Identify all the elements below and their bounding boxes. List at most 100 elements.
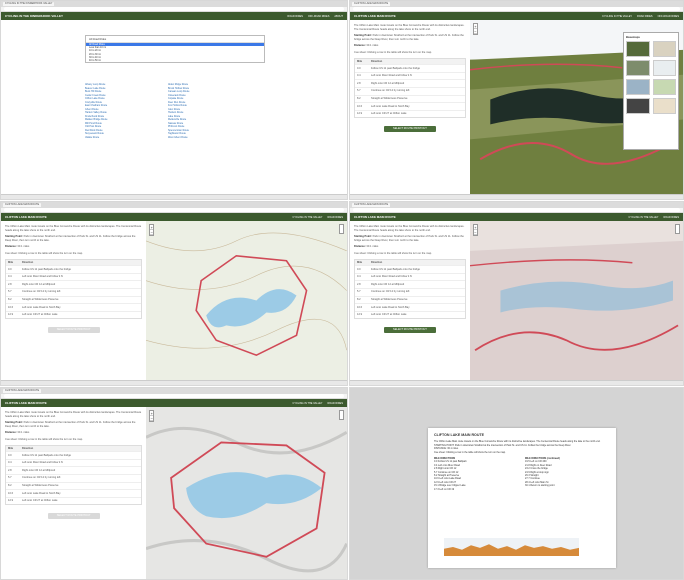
table-row[interactable]: 10.6 Left onto Lake Road to North Bay — [6, 303, 142, 311]
table-row[interactable]: 0.4 Left onto River Road and follow it N — [355, 71, 465, 80]
route-link[interactable]: West Ghent Route — [168, 136, 245, 140]
table-row[interactable]: 10.6 Left onto Lake Road to North Bay — [355, 303, 465, 311]
basemap-thumb[interactable] — [626, 98, 650, 114]
browser-tab[interactable]: CLIFTON LAKE MAIN ROUTE — [352, 2, 391, 6]
table-row[interactable]: 10.6 Left onto Lake Road to North Bay — [6, 489, 142, 497]
table-row[interactable]: 0.0 Follow US 11 past Ballpark onto the b… — [355, 64, 465, 72]
map-topo-view[interactable]: + − — [146, 221, 347, 385]
table-row[interactable]: 10.6 Left onto Lake Road to North Bay — [355, 102, 465, 110]
basemap-thumb[interactable] — [626, 60, 650, 76]
site-title[interactable]: CLIFTON LAKE MAIN ROUTE — [354, 215, 396, 219]
starting-point-text: Park in downtown Stratford at the inters… — [5, 421, 136, 428]
nav-link-road-rides[interactable]: ROAD RIDES — [663, 216, 679, 219]
nav-link-road-rides[interactable]: ROAD RIDES — [287, 15, 303, 18]
select-route-printout-button[interactable]: SELECT ROUTE PRINTOUT — [383, 326, 436, 333]
direction-cell: Left onto CR 27 at Clifton Lake — [371, 313, 407, 317]
nav-link-cycling[interactable]: CYCLING IN THE VALLEY — [629, 216, 659, 219]
table-row[interactable]: 12.9 Left onto CR 27 at Clifton Lake — [6, 310, 142, 318]
table-row[interactable]: 0.4 Left onto River Road and follow it N — [355, 272, 465, 281]
map-hillshade-view[interactable]: + − — [146, 407, 347, 579]
address-field[interactable] — [4, 208, 344, 212]
select-route-printout-button[interactable]: SELECT ROUTE PRINTOUT — [47, 512, 100, 519]
table-row[interactable]: 5.7 Continue on CR 12 by turning left — [355, 287, 465, 296]
layers-icon[interactable] — [339, 410, 344, 420]
table-row[interactable]: 12.9 Left onto CR 27 at Clifton Lake — [6, 496, 142, 504]
address-field[interactable] — [4, 7, 344, 11]
nav-link-road-rides[interactable]: ROAD RIDES — [327, 402, 343, 405]
select-route-printout-button[interactable]: SELECT ROUTE PRINTOUT — [383, 125, 436, 132]
nav-link-cycling[interactable]: CYCLING IN THE VALLEY — [293, 402, 323, 405]
mile-cell: 12.9 — [357, 112, 363, 116]
address-field[interactable] — [4, 394, 344, 398]
table-row[interactable]: 8.2 Straight at Wilderness Preserve — [6, 295, 142, 304]
zoom-out-icon[interactable]: − — [473, 29, 477, 34]
table-row[interactable]: 2.8 Right onto CR 12 at Millpond — [355, 79, 465, 87]
basemap-thumb[interactable] — [652, 98, 676, 114]
site-title[interactable]: CYCLING IN THE KINDERHOOK VALLEY — [5, 14, 63, 18]
zoom-out-icon[interactable]: − — [150, 416, 154, 421]
basemap-thumb[interactable] — [652, 79, 676, 95]
map-3d-view[interactable]: + − Basemaps — [469, 20, 683, 199]
table-row[interactable]: 12.9 Left onto CR 27 at Clifton Lake — [355, 109, 465, 117]
nav-link-road-rides[interactable]: ROAD RIDES — [327, 216, 343, 219]
mile-cell: 10.6 — [357, 104, 363, 108]
basemap-thumb[interactable] — [652, 60, 676, 76]
table-row[interactable]: 0.0 Follow US 11 past Ballpark onto the b… — [355, 265, 465, 273]
route-info: The Clifton Lake Main route travels on t… — [1, 221, 146, 385]
browser-tab[interactable]: CLIFTON LAKE MAIN ROUTE — [352, 203, 391, 207]
nav-link-cycling[interactable]: CYCLING IN THE VALLEY — [293, 216, 323, 219]
table-row[interactable]: 0.4 Left onto River Road and follow it N — [6, 458, 142, 467]
map-3d-pastel-view[interactable]: + − — [469, 221, 683, 385]
table-row[interactable]: 8.2 Straight at Wilderness Preserve — [355, 295, 465, 304]
layers-icon[interactable] — [339, 224, 344, 234]
table-row[interactable]: 5.7 Continue on CR 12 by turning left — [6, 287, 142, 296]
topo-map-graphic — [146, 221, 347, 385]
table-row[interactable]: 2.8 Right onto CR 12 at Millpond — [355, 280, 465, 288]
table-row[interactable]: 0.0 Follow US 11 past Ballpark onto the b… — [6, 451, 142, 459]
browser-tab[interactable]: CYCLING IN THE KINDERHOOK VALLEY — [3, 2, 55, 6]
site-title[interactable]: CLIFTON LAKE MAIN ROUTE — [354, 14, 396, 18]
address-field[interactable] — [353, 7, 680, 11]
direction-cell: Left onto Lake Road to North Bay — [371, 305, 410, 309]
direction-cell: Straight at Wilderness Preserve — [22, 298, 59, 302]
direction-cell: Continue on CR 12 by turning left — [371, 89, 410, 93]
browser-tab[interactable]: CLIFTON LAKE MAIN ROUTE — [3, 203, 42, 207]
table-row[interactable]: 5.7 Continue on CR 12 by turning left — [355, 86, 465, 95]
table-row[interactable]: 0.0 Follow US 11 past Ballpark onto the b… — [6, 265, 142, 273]
nav-link-off-road-rides[interactable]: OFF-ROAD RIDES — [658, 15, 679, 18]
zoom-out-icon[interactable]: − — [473, 230, 477, 235]
table-row[interactable]: 8.2 Straight at Wilderness Preserve — [6, 481, 142, 490]
cue-sheet-table: Mile Direction 0.0 Follow US 11 past Ballpa… — [5, 444, 143, 505]
direction-cell: Left onto River Road and follow it N — [22, 275, 63, 279]
table-row[interactable]: 12.9 Left onto CR 27 at Clifton Lake — [355, 310, 465, 318]
table-row[interactable]: 2.8 Right onto CR 12 at Millpond — [6, 280, 142, 288]
nav-link-cycling[interactable]: CYCLING IN THE VALLEY — [602, 15, 632, 18]
distance-label: Distance: — [5, 431, 17, 435]
basemap-thumb[interactable] — [626, 41, 650, 57]
direction-cell: Left onto River Road and follow it N — [22, 461, 63, 465]
table-row[interactable]: 8.2 Straight at Wilderness Preserve — [355, 94, 465, 103]
select-route-printout-button[interactable]: SELECT ROUTE PRINTOUT — [47, 326, 100, 333]
dropdown-selected-value[interactable]: All Road Rides — [86, 36, 264, 43]
dropdown-option[interactable]: 40 to 50 mi — [86, 59, 264, 62]
nav-link-about[interactable]: ABOUT — [334, 15, 343, 18]
basemap-thumb[interactable] — [652, 41, 676, 57]
panel-3d-pastel-map: CLIFTON LAKE MAIN ROUTE CLIFTON LAKE MAI… — [349, 201, 684, 386]
table-row[interactable]: 2.8 Right onto CR 12 at Millpond — [6, 466, 142, 474]
site-title[interactable]: CLIFTON LAKE MAIN ROUTE — [5, 215, 47, 219]
direction-cell: Continue on CR 12 by turning left — [22, 290, 61, 294]
ride-length-dropdown[interactable]: All Road Rides All Road Rides Less than … — [85, 35, 265, 64]
table-row[interactable]: 5.7 Continue on CR 12 by turning left — [6, 473, 142, 482]
browser-tab[interactable]: CLIFTON LAKE MAIN ROUTE — [3, 389, 42, 393]
address-field[interactable] — [353, 208, 680, 212]
table-row[interactable]: 0.4 Left onto River Road and follow it N — [6, 272, 142, 281]
site-navbar: CLIFTON LAKE MAIN ROUTE CYCLING IN THE V… — [350, 213, 683, 221]
nav-link-off-road-rides[interactable]: OFF-ROAD RIDES — [308, 15, 329, 18]
route-intro: The Clifton Lake Main route travels on t… — [5, 225, 142, 232]
nav-link-road-rides[interactable]: ROAD RIDES — [637, 15, 653, 18]
site-title[interactable]: CLIFTON LAKE MAIN ROUTE — [5, 401, 47, 405]
layers-icon[interactable] — [675, 224, 680, 234]
route-link[interactable]: Valatie Route — [85, 136, 162, 140]
basemap-thumb[interactable] — [626, 79, 650, 95]
zoom-out-icon[interactable]: − — [150, 230, 154, 235]
